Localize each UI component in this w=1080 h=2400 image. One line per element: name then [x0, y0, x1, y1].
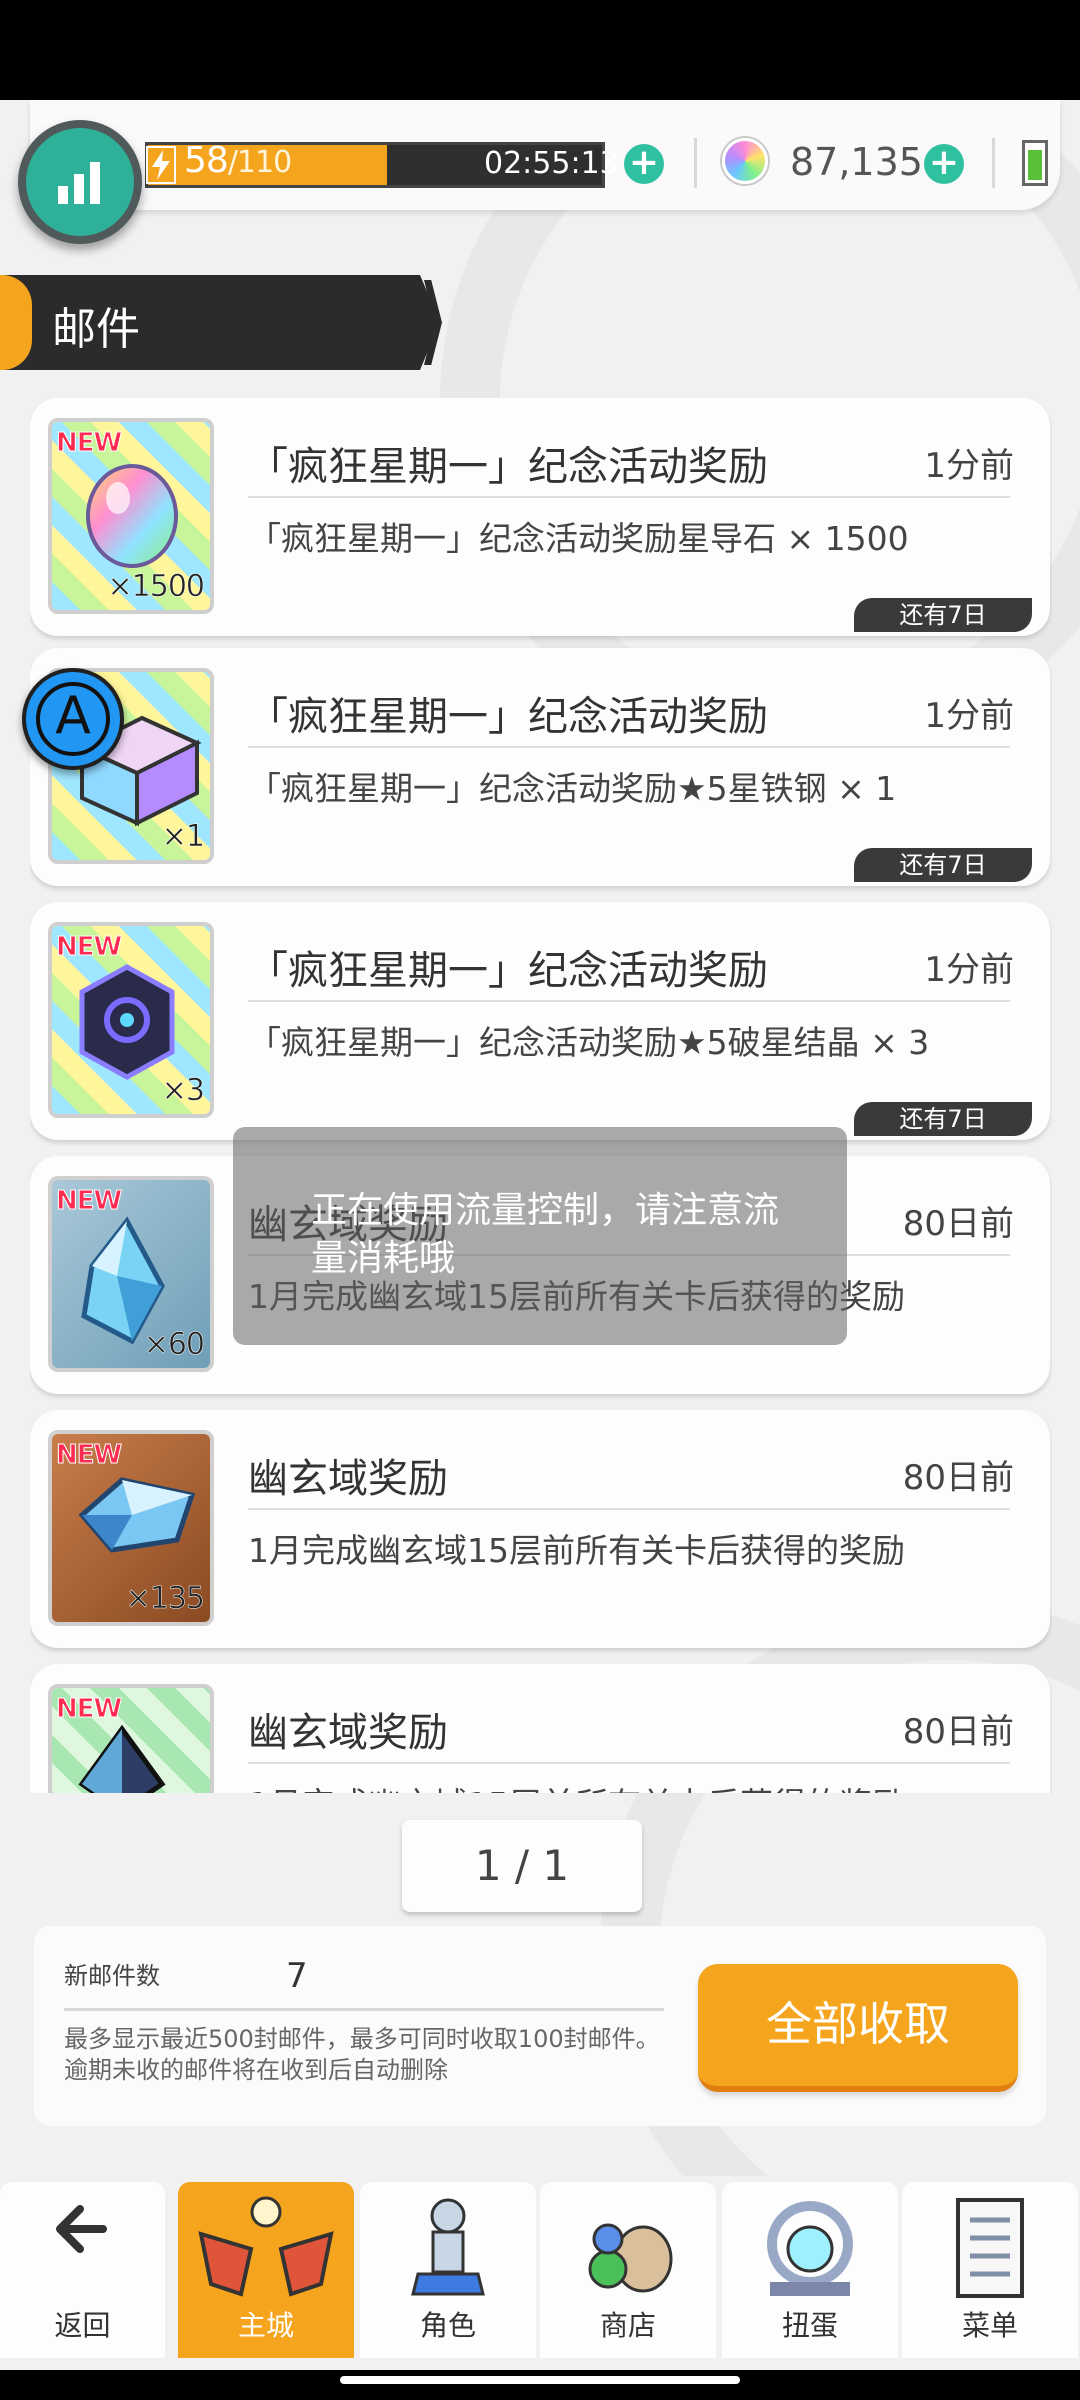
- item-quantity: ×135: [125, 1581, 205, 1617]
- character-icon: [403, 2194, 493, 2308]
- divider: [248, 1508, 1010, 1510]
- nav-label: 扭蛋: [781, 2309, 838, 2342]
- mail-limit-note: 最多显示最近500封邮件，最多可同时收取100封邮件。逾期未收的邮件将在收到后自…: [64, 2025, 660, 2084]
- nav-label: 菜单: [961, 2309, 1018, 2342]
- mail-time: 1分前: [924, 950, 1014, 990]
- divider: [248, 496, 1010, 498]
- toast-message: 正在使用流量控制，请注意流量消耗哦: [233, 1127, 847, 1345]
- mail-time: 80日前: [902, 1458, 1014, 1498]
- nav-item-menu[interactable]: 菜单: [902, 2182, 1078, 2358]
- mail-description: 「疯狂星期一」纪念活动奖励★5星铁钢 × 1: [248, 769, 897, 808]
- divider: [248, 1762, 1010, 1764]
- divider: [992, 138, 995, 188]
- mail-description: 1月完成幽玄域15层前所有关卡后获得的奖励: [248, 1778, 905, 1793]
- mail-title: 幽玄域奖励: [248, 1456, 448, 1502]
- nav-label: 商店: [599, 2309, 656, 2342]
- rainbow-gem-icon: [72, 458, 192, 582]
- gem-counter: 87,135: [790, 140, 923, 184]
- new-badge: NEW: [55, 932, 122, 963]
- mail-time: 1分前: [924, 696, 1014, 736]
- nav-label: 返回: [54, 2309, 111, 2342]
- dark-crystal-icon: [72, 1724, 172, 1793]
- mail-item[interactable]: NEW 幽玄域奖励 80日前 1月完成幽玄域15层前所有关卡后获得的奖励: [30, 1664, 1050, 1793]
- gacha-icon: [750, 2194, 870, 2308]
- new-badge: NEW: [55, 428, 122, 459]
- mail-item-thumbnail: NEW ×60: [48, 1176, 214, 1372]
- mail-item[interactable]: NEW ×3 「疯狂星期一」纪念活动奖励 1分前「疯狂星期一」纪念活动奖励★5破星结晶…: [30, 902, 1050, 1140]
- mail-item-thumbnail: NEW ×1500: [48, 418, 214, 614]
- mail-item[interactable]: NEW ×135 幽玄域奖励 80日前 1月完成幽玄域15层前所有关卡后获得的奖励: [30, 1410, 1050, 1648]
- new-badge: NEW: [55, 1186, 122, 1217]
- nav-item-shop[interactable]: 商店: [540, 2182, 716, 2358]
- back-arrow-icon: [48, 2194, 118, 2268]
- energy-counter: 58/110: [184, 140, 292, 181]
- nav-label: 主城: [237, 2309, 294, 2342]
- bar-chart-icon: [58, 162, 100, 204]
- divider: [64, 2008, 664, 2011]
- new-mail-count: 7: [286, 1956, 308, 1996]
- mail-description: 「疯狂星期一」纪念活动奖励星导石 × 1500: [248, 519, 909, 558]
- battery-icon: [1022, 140, 1048, 186]
- shop-icon: [573, 2194, 683, 2308]
- mail-description: 1月完成幽玄域15层前所有关卡后获得的奖励: [248, 1531, 905, 1570]
- divider: [248, 1000, 1010, 1002]
- stats-button[interactable]: [18, 120, 142, 244]
- page-title: 邮件: [52, 304, 140, 355]
- nav-item-gacha[interactable]: 扭蛋: [722, 2182, 898, 2358]
- item-quantity: ×60: [143, 1327, 205, 1363]
- mail-title: 「疯狂星期一」纪念活动奖励: [248, 948, 768, 994]
- mail-item-thumbnail: NEW ×3: [48, 922, 214, 1118]
- new-mail-count-label: 新邮件数: [64, 1962, 160, 1990]
- assist-letter: A: [55, 686, 91, 746]
- expiry-badge: 还有7日: [854, 1102, 1032, 1136]
- castle-icon: [191, 2194, 341, 2308]
- home-indicator[interactable]: [340, 2376, 740, 2384]
- expiry-badge: 还有7日: [854, 598, 1032, 632]
- item-quantity: ×1: [161, 819, 206, 855]
- floating-assist-button[interactable]: A: [22, 668, 124, 770]
- mail-title: 「疯狂星期一」纪念活动奖励: [248, 444, 768, 490]
- item-quantity: ×1500: [107, 569, 205, 605]
- nav-item-back-arrow[interactable]: 返回: [0, 2182, 165, 2358]
- mail-time: 80日前: [902, 1204, 1014, 1244]
- mail-title: 幽玄域奖励: [248, 1710, 448, 1756]
- mail-item[interactable]: ×1 「疯狂星期一」纪念活动奖励 1分前 「疯狂星期一」纪念活动奖励★5星铁钢 × 1…: [30, 648, 1050, 886]
- item-quantity: ×3: [161, 1073, 206, 1109]
- new-badge: NEW: [55, 1440, 122, 1471]
- section-accent: [0, 275, 32, 370]
- mail-info-panel: 新邮件数 7 最多显示最近500封邮件，最多可同时收取100封邮件。逾期未收的邮…: [34, 1926, 1046, 2126]
- collect-all-button[interactable]: 全部收取: [698, 1964, 1018, 2092]
- energy-timer: 02:55:13: [484, 146, 619, 181]
- gem-currency-icon: [722, 138, 768, 184]
- toast-text: 正在使用流量控制，请注意流量消耗哦: [311, 1190, 780, 1279]
- nav-item-character[interactable]: 角色: [360, 2182, 536, 2358]
- new-badge: NEW: [55, 1694, 122, 1725]
- divider: [248, 746, 1010, 748]
- add-energy-button[interactable]: +: [624, 144, 664, 184]
- mail-item-thumbnail: NEW: [48, 1684, 214, 1793]
- nav-item-castle[interactable]: 主城: [178, 2182, 354, 2358]
- mail-time: 1分前: [924, 446, 1014, 486]
- divider: [694, 138, 697, 188]
- mail-list[interactable]: NEW ×1500 「疯狂星期一」纪念活动奖励 1分前 「疯狂星期一」纪念活动奖励星导石…: [30, 398, 1052, 1793]
- menu-icon: [950, 2194, 1030, 2308]
- mail-time: 80日前: [902, 1712, 1014, 1752]
- blue-shard-icon: [72, 1470, 202, 1564]
- mail-title: 「疯狂星期一」纪念活动奖励: [248, 694, 768, 740]
- expiry-badge: 还有7日: [854, 848, 1032, 882]
- mail-item[interactable]: NEW ×1500 「疯狂星期一」纪念活动奖励 1分前 「疯狂星期一」纪念活动奖励星导石…: [30, 398, 1050, 636]
- page-indicator: 1 / 1: [402, 1820, 642, 1912]
- add-gems-button[interactable]: +: [924, 144, 964, 184]
- nav-label: 角色: [419, 2309, 476, 2342]
- lightning-icon: [146, 146, 176, 184]
- mail-description: 「疯狂星期一」纪念活动奖励★5破星结晶 × 3: [248, 1023, 930, 1062]
- mail-item-thumbnail: NEW ×135: [48, 1430, 214, 1626]
- star-crystal-icon: [72, 962, 182, 1086]
